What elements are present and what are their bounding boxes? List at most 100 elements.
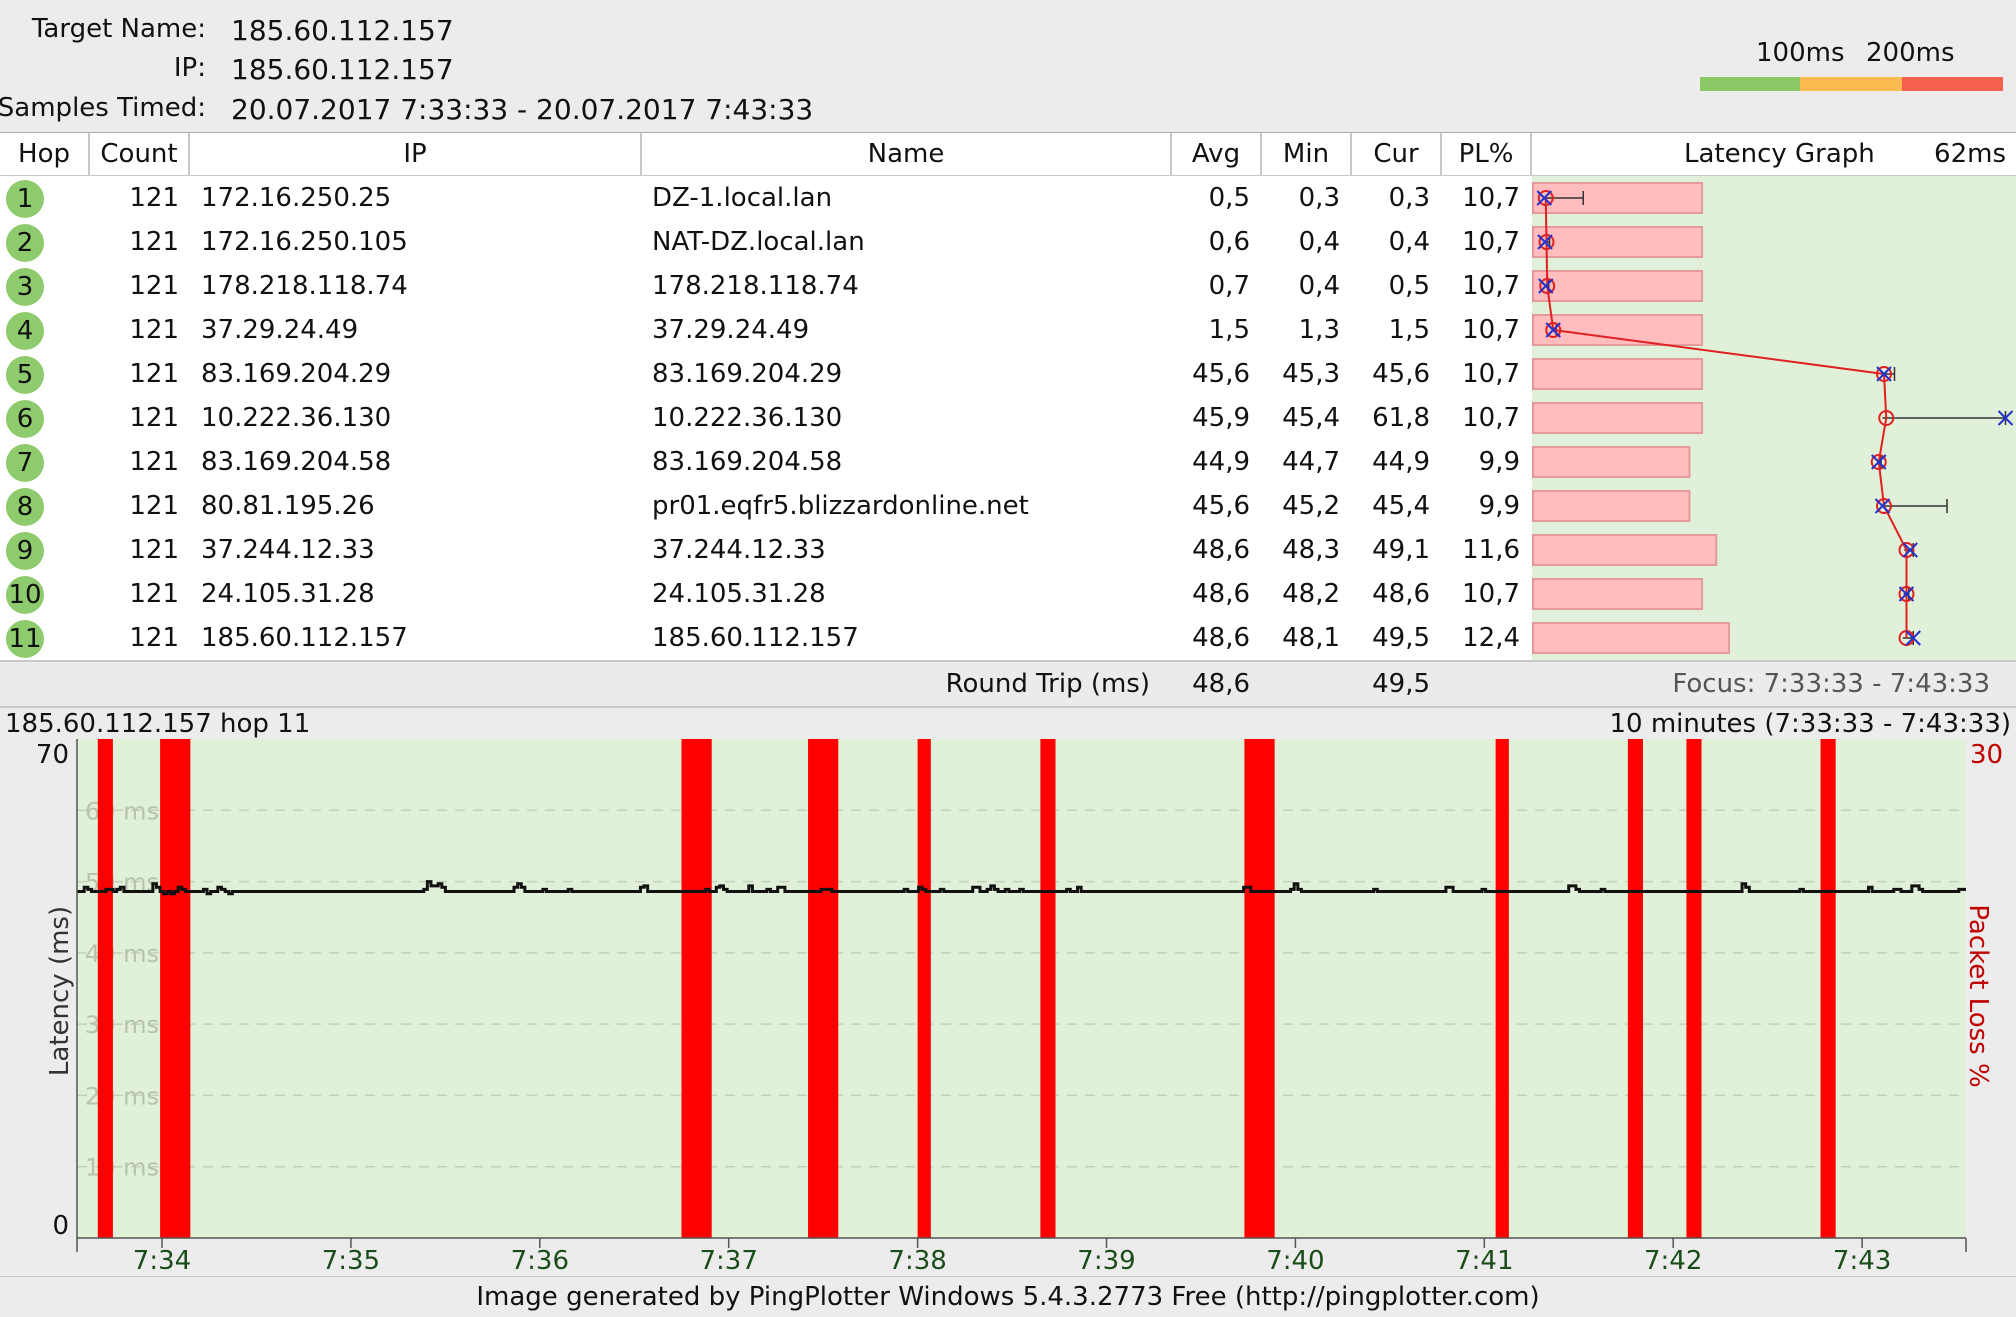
y2-axis-title: Packet Loss % — [1963, 904, 1993, 1087]
hop-min: 0,4 — [1298, 227, 1340, 257]
grid-label: 10 ms — [85, 1154, 159, 1182]
hop-number-badge: 10 — [6, 576, 44, 614]
y-axis-min-label: 0 — [52, 1211, 69, 1241]
round-trip-row: Round Trip (ms) 48,6 49,5 Focus: 7:33:33… — [0, 660, 2016, 708]
y2-axis-max-label: 30 — [1970, 740, 2003, 770]
hop-count: 121 — [129, 403, 179, 433]
round-trip-avg: 48,6 — [1192, 669, 1250, 699]
hop-avg: 45,9 — [1192, 403, 1250, 433]
hop-number-badge: 11 — [6, 620, 44, 658]
hop-pl: 10,7 — [1462, 403, 1520, 433]
legend-bar-red — [1902, 77, 2003, 91]
hop-cur: 61,8 — [1372, 403, 1430, 433]
hop-row[interactable]: 5 121 83.169.204.29 83.169.204.29 45,6 45,3 45… — [0, 352, 1532, 396]
col-header-min[interactable]: Min — [1262, 133, 1352, 175]
packet-loss-bar — [1532, 622, 1730, 654]
col-header-ip[interactable]: IP — [190, 133, 642, 175]
hop-pl: 10,7 — [1462, 271, 1520, 301]
hop-min: 48,1 — [1282, 623, 1340, 653]
hop-min: 45,3 — [1282, 359, 1340, 389]
hop-name: 24.105.31.28 — [652, 579, 826, 609]
grid-label: 30 ms — [85, 1011, 159, 1039]
packet-loss-bar — [1686, 739, 1702, 1238]
latency-graph-scale: 62ms — [1934, 139, 2006, 169]
hop-row[interactable]: 7 121 83.169.204.58 83.169.204.58 44,9 44,7 44… — [0, 440, 1532, 484]
hop-count: 121 — [129, 579, 179, 609]
x-tick-label: 7:37 — [700, 1246, 758, 1276]
hop-ip: 172.16.250.25 — [201, 183, 392, 213]
hop-number-badge: 2 — [6, 224, 44, 262]
samples-timed-label: Samples Timed: — [0, 93, 206, 123]
hop-cur: 0,4 — [1388, 227, 1430, 257]
hop-pl: 10,7 — [1462, 359, 1520, 389]
hop-count: 121 — [129, 447, 179, 477]
hop-avg: 1,5 — [1208, 315, 1250, 345]
hop-count: 121 — [129, 183, 179, 213]
hop-pl: 9,9 — [1478, 491, 1520, 521]
samples-timed-value: 20.07.2017 7:33:33 - 20.07.2017 7:43:33 — [231, 93, 814, 126]
x-tick-label: 7:41 — [1455, 1246, 1513, 1276]
latency-graph-svg — [1532, 182, 2014, 654]
hop-name: pr01.eqfr5.blizzardonline.net — [652, 491, 1029, 521]
hop-row[interactable]: 4 121 37.29.24.49 37.29.24.49 1,5 1,3 1,5 10,7 — [0, 308, 1532, 352]
hop-name: NAT-DZ.local.lan — [652, 227, 865, 257]
packet-loss-bar — [1532, 446, 1691, 478]
col-header-cur[interactable]: Cur — [1352, 133, 1442, 175]
col-header-hop[interactable]: Hop — [0, 133, 90, 175]
hop-min: 48,3 — [1282, 535, 1340, 565]
round-trip-label: Round Trip (ms) — [945, 669, 1150, 699]
focus-range[interactable]: Focus: 7:33:33 - 7:43:33 — [1672, 662, 1990, 706]
latency-graph-title: Latency Graph — [1684, 139, 1875, 169]
hop-name: 10.222.36.130 — [652, 403, 843, 433]
hop-cur: 0,5 — [1388, 271, 1430, 301]
hop-cur: 45,6 — [1372, 359, 1430, 389]
hop-pl: 10,7 — [1462, 315, 1520, 345]
hop-table-body: 1 121 172.16.250.25 DZ-1.local.lan 0,5 0,3 0,3… — [0, 176, 1532, 660]
timeline-chart: 60 ms50 ms40 ms30 ms20 ms10 ms70030Laten… — [36, 739, 2003, 1276]
x-tick-label: 7:39 — [1077, 1246, 1135, 1276]
hop-min: 45,2 — [1282, 491, 1340, 521]
hop-min: 0,3 — [1298, 183, 1340, 213]
hop-ip: 24.105.31.28 — [201, 579, 375, 609]
packet-loss-bar — [1532, 226, 1704, 258]
target-name-value: 185.60.112.157 — [231, 14, 454, 47]
packet-loss-bar — [160, 739, 191, 1238]
hop-avg: 44,9 — [1192, 447, 1250, 477]
packet-loss-bar — [1532, 358, 1704, 390]
hop-name: 185.60.112.157 — [652, 623, 859, 653]
hop-number-badge: 8 — [6, 488, 44, 526]
hop-ip: 37.29.24.49 — [201, 315, 359, 345]
col-header-name[interactable]: Name — [642, 133, 1172, 175]
hop-avg: 45,6 — [1192, 359, 1250, 389]
credit-footer: Image generated by PingPlotter Windows 5… — [0, 1276, 2016, 1317]
hop-number-badge: 9 — [6, 532, 44, 570]
col-header-count[interactable]: Count — [90, 133, 190, 175]
hop-row[interactable]: 6 121 10.222.36.130 10.222.36.130 45,9 45,4 61… — [0, 396, 1532, 440]
col-header-avg[interactable]: Avg — [1172, 133, 1262, 175]
hop-row[interactable]: 1 121 172.16.250.25 DZ-1.local.lan 0,5 0,3 0,3… — [0, 176, 1532, 220]
hop-row[interactable]: 11 121 185.60.112.157 185.60.112.157 48,6 48,… — [0, 616, 1532, 660]
hop-ip: 172.16.250.105 — [201, 227, 408, 257]
hop-avg: 48,6 — [1192, 535, 1250, 565]
hop-count: 121 — [129, 535, 179, 565]
hop-number-badge: 1 — [6, 180, 44, 218]
packet-loss-bar — [1820, 739, 1836, 1238]
hop-min: 48,2 — [1282, 579, 1340, 609]
col-header-latency-graph[interactable]: Latency Graph 62ms — [1532, 133, 2016, 175]
hop-row[interactable]: 2 121 172.16.250.105 NAT-DZ.local.lan 0,6 0,4… — [0, 220, 1532, 264]
packet-loss-bar — [681, 739, 712, 1238]
hop-avg: 0,5 — [1208, 183, 1250, 213]
hop-number-badge: 5 — [6, 356, 44, 394]
hop-row[interactable]: 9 121 37.244.12.33 37.244.12.33 48,6 48,3 49,1… — [0, 528, 1532, 572]
col-header-pl[interactable]: PL% — [1442, 133, 1532, 175]
hop-min: 1,3 — [1298, 315, 1340, 345]
hop-row[interactable]: 3 121 178.218.118.74 178.218.118.74 0,7 0,4 0,… — [0, 264, 1532, 308]
packet-loss-bar — [808, 739, 839, 1238]
round-trip-cur: 49,5 — [1372, 669, 1430, 699]
x-tick-label: 7:42 — [1644, 1246, 1702, 1276]
hop-count: 121 — [129, 359, 179, 389]
hop-row[interactable]: 8 121 80.81.195.26 pr01.eqfr5.blizzardonlin… — [0, 484, 1532, 528]
x-tick-label: 7:38 — [888, 1246, 946, 1276]
packet-loss-bar — [97, 739, 113, 1238]
hop-row[interactable]: 10 121 24.105.31.28 24.105.31.28 48,6 48,2 48,… — [0, 572, 1532, 616]
